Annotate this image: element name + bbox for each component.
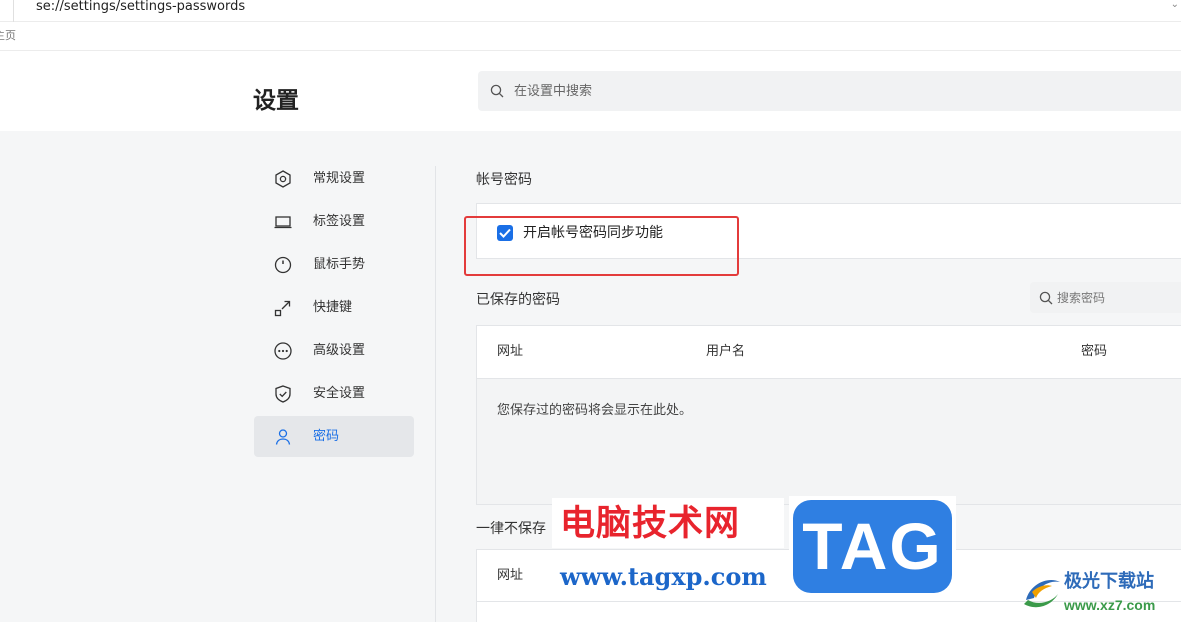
download-site-name: 极光下载站 [1064,571,1154,592]
search-icon [1039,291,1053,305]
highlight-annotation-box [464,216,739,276]
sidebar-item-label: 标签设置 [313,214,366,229]
settings-search-input[interactable] [514,71,1154,111]
sidebar-item-tabs[interactable]: 标签设置 [254,201,414,242]
hexagon-settings-icon [275,170,291,188]
watermark-site-name-text: 电脑技术网 [560,504,741,544]
sidebar-item-mouse-gestures[interactable]: 鼠标手势 [254,244,414,285]
settings-sidebar: 常规设置 标签设置 鼠标手势 快捷键 高级设置 安全设置 密码 [254,158,414,459]
column-header-url: 网址 [497,568,524,583]
sidebar-item-label: 密码 [313,429,340,444]
settings-search[interactable] [478,71,1181,111]
settings-header: 设置 [0,51,1181,131]
aurora-swirl-icon [1024,580,1060,608]
watermark-tag-logo: TAG [789,496,956,597]
address-url[interactable]: se://settings/settings-passwords [36,0,245,13]
watermark-site-url: www.tagxp.com [552,557,784,595]
address-bar-edge [13,0,14,22]
bookmark-home[interactable]: 主页 [0,29,16,43]
watermark-site-name: 电脑技术网 [552,498,784,548]
section-title-account-password: 帐号密码 [476,172,532,188]
watermark-site-url-text: www.tagxp.com [560,562,767,591]
more-circle-icon [274,342,292,360]
bookmarks-bar: 主页 [0,22,1181,51]
sidebar-item-passwords[interactable]: 密码 [254,416,414,457]
sidebar-item-general[interactable]: 常规设置 [254,158,414,199]
laptop-tab-icon [274,216,292,229]
section-title-never-save: 一律不保存 [476,521,546,537]
sidebar-item-label: 鼠标手势 [313,257,366,272]
address-bar[interactable]: se://settings/settings-passwords ⌄ [0,0,1181,22]
shield-check-icon [275,385,291,403]
watermark-tag-text: TAG [793,500,952,593]
shortcut-arrow-icon [274,300,291,317]
sidebar-item-label: 安全设置 [313,386,366,401]
sidebar-item-label: 高级设置 [313,343,366,358]
sidebar-item-security[interactable]: 安全设置 [254,373,414,414]
sidebar-item-label: 快捷键 [313,300,353,315]
user-icon [275,429,291,445]
sidebar-item-advanced[interactable]: 高级设置 [254,330,414,371]
password-search-input[interactable] [1057,282,1177,313]
empty-message: 您保存过的密码将会显示在此处。 [497,403,693,418]
section-title-saved-passwords: 已保存的密码 [476,292,560,308]
password-search[interactable] [1030,282,1181,313]
column-header-password: 密码 [1081,344,1108,359]
saved-passwords-empty-state: 您保存过的密码将会显示在此处。 [477,379,1181,504]
column-header-username: 用户名 [706,344,746,359]
download-site-url: www.xz7.com [1064,597,1156,613]
sidebar-item-label: 常规设置 [313,171,366,186]
page-title: 设置 [253,88,299,114]
mouse-icon [274,256,292,274]
column-header-url: 网址 [497,344,524,359]
sidebar-divider [435,166,436,622]
search-icon [490,84,504,98]
chevron-down-icon[interactable]: ⌄ [1171,0,1179,10]
sidebar-item-shortcuts[interactable]: 快捷键 [254,287,414,328]
download-site-logo: 极光下载站 www.xz7.com [1020,566,1181,620]
